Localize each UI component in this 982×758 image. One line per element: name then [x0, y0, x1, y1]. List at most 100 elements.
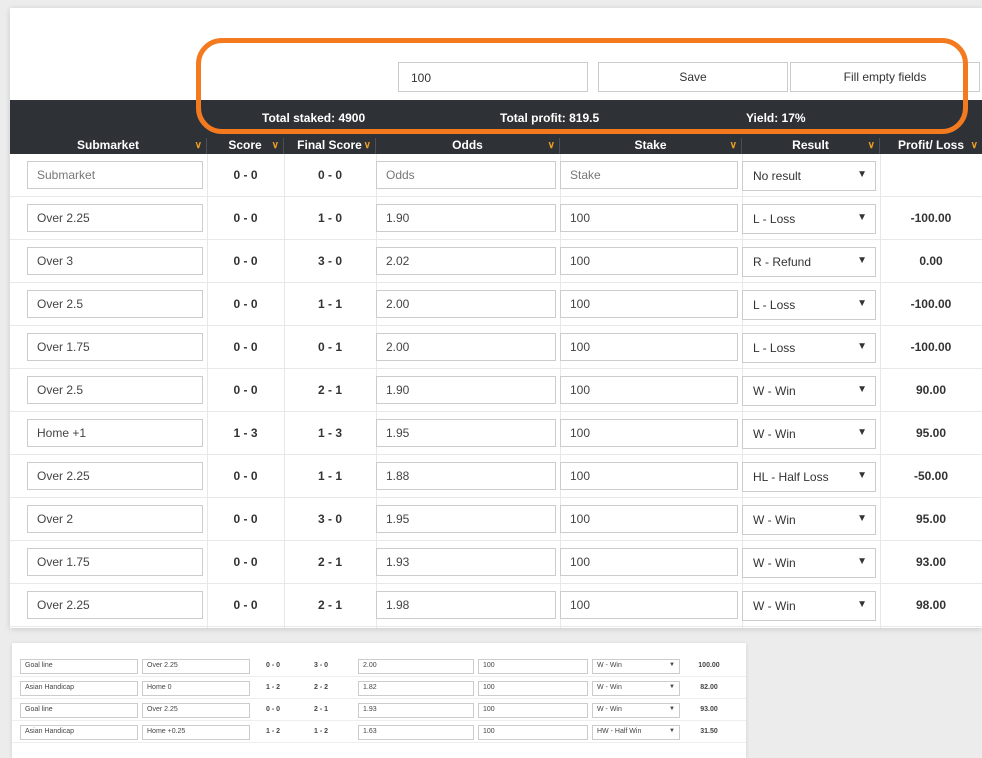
market-input[interactable]: Goal line [20, 703, 138, 718]
caret-down-icon: ▼ [857, 169, 867, 180]
stake-input[interactable]: 100 [560, 247, 738, 275]
submarket-input[interactable]: Home +1 [27, 419, 203, 447]
result-select[interactable]: L - Loss ▼ [742, 204, 876, 234]
odds-input[interactable]: 2.00 [358, 659, 474, 674]
odds-input[interactable]: 1.82 [358, 681, 474, 696]
result-select-value: L - Loss [753, 298, 796, 312]
stake-input[interactable]: 100 [560, 376, 738, 404]
final-score-value: 3 - 0 [313, 662, 328, 669]
odds-input[interactable]: 1.88 [376, 462, 556, 490]
stake-input[interactable]: 100 [560, 419, 738, 447]
odds-input[interactable]: 1.95 [376, 505, 556, 533]
table-row: Over 2.25 0 - 0 2 - 1 1.98 100 W - Win ▼ 98.00 [10, 584, 982, 627]
stake-input[interactable]: 100 [478, 659, 588, 674]
result-select-value: W - Win [753, 513, 796, 527]
table-row: Home +1 1 - 3 1 - 3 1.95 100 W - Win ▼ 95.00 [10, 412, 982, 455]
caret-down-icon: ▼ [857, 427, 867, 438]
submarket-input[interactable]: Over 1.75 [27, 548, 203, 576]
odds-input[interactable]: Odds [376, 161, 556, 189]
final-score-value: 1 - 1 [317, 297, 342, 311]
save-button[interactable]: Save [598, 62, 788, 92]
chevron-down-icon: ∨ [547, 140, 555, 151]
submarket-input[interactable]: Over 3 [27, 247, 203, 275]
chevron-down-icon: ∨ [194, 140, 202, 151]
odds-input[interactable]: 2.02 [376, 247, 556, 275]
caret-down-icon: ▼ [857, 341, 867, 352]
profit-loss-value: -50.00 [913, 469, 949, 483]
stake-input[interactable]: 100 [478, 703, 588, 718]
final-score-value: 1 - 0 [317, 211, 342, 225]
stake-input[interactable]: 100 [560, 290, 738, 318]
column-submarket[interactable]: Submarket ∨ [10, 138, 207, 154]
odds-input[interactable]: 1.98 [376, 591, 556, 619]
caret-down-icon: ▼ [857, 384, 867, 395]
column-result[interactable]: Result ∨ [742, 138, 880, 154]
result-select[interactable]: HW - Half Win ▼ [592, 725, 680, 740]
submarket-input[interactable]: Over 2 [27, 505, 203, 533]
mini-table-row: Goal line Over 2.25 0 - 0 3 - 0 2.00 100 W - W… [12, 655, 746, 677]
column-profit-loss[interactable]: Profit/ Loss ∨ [880, 138, 982, 154]
market-input[interactable]: Asian Handicap [20, 725, 138, 740]
stake-input[interactable]: 100 [560, 505, 738, 533]
result-select[interactable]: W - Win ▼ [592, 659, 680, 674]
profit-loss-value: -100.00 [910, 340, 952, 354]
submarket-input[interactable]: Over 2.5 [27, 290, 203, 318]
column-score[interactable]: Score ∨ [207, 138, 284, 154]
column-final-score[interactable]: Final Score ∨ [284, 138, 376, 154]
submarket-input[interactable]: Over 2.25 [142, 703, 250, 718]
submarket-input[interactable]: Over 2.25 [27, 204, 203, 232]
submarket-input[interactable]: Over 2.25 [27, 591, 203, 619]
result-select[interactable]: HL - Half Loss ▼ [742, 462, 876, 492]
odds-input[interactable]: 1.90 [376, 204, 556, 232]
stake-input[interactable]: 100 [560, 548, 738, 576]
odds-input[interactable]: 1.93 [376, 548, 556, 576]
submarket-input[interactable]: Over 1.75 [27, 333, 203, 361]
stake-input[interactable]: 100 [478, 681, 588, 696]
stake-input[interactable]: 100 [560, 204, 738, 232]
column-odds[interactable]: Odds ∨ [376, 138, 560, 154]
odds-input[interactable]: 2.00 [376, 290, 556, 318]
final-score-value: 0 - 0 [317, 168, 342, 182]
result-select[interactable]: W - Win ▼ [592, 703, 680, 718]
caret-down-icon: ▼ [857, 212, 867, 223]
stake-input[interactable]: 100 [478, 725, 588, 740]
default-stake-input[interactable]: 100 [398, 62, 588, 92]
table-row: Over 2.5 0 - 0 2 - 1 1.90 100 W - Win ▼ 90.00 [10, 369, 982, 412]
odds-input[interactable]: 1.93 [358, 703, 474, 718]
profit-loss-value: -100.00 [910, 297, 952, 311]
result-select[interactable]: W - Win ▼ [742, 376, 876, 406]
stake-input[interactable]: 100 [560, 591, 738, 619]
result-select[interactable]: No result ▼ [742, 161, 876, 191]
result-select[interactable]: L - Loss ▼ [742, 333, 876, 363]
submarket-input[interactable]: Home 0 [142, 681, 250, 696]
submarket-input[interactable]: Over 2.25 [142, 659, 250, 674]
stake-input[interactable]: 100 [560, 462, 738, 490]
odds-input[interactable]: 2.00 [376, 333, 556, 361]
score-value: 0 - 0 [265, 706, 280, 713]
result-select[interactable]: W - Win ▼ [592, 681, 680, 696]
profit-loss-value: 98.00 [915, 598, 947, 612]
stake-input[interactable]: 100 [560, 333, 738, 361]
mini-table-row: Asian Handicap Home +0.25 1 - 2 1 - 2 1.63 10… [12, 721, 746, 743]
new-bet-row: Submarket 0 - 0 0 - 0 Odds Stake No resu… [10, 154, 982, 197]
column-stake[interactable]: Stake ∨ [560, 138, 742, 154]
default-stake-label: Default stake: [260, 68, 339, 82]
result-select[interactable]: W - Win ▼ [742, 505, 876, 535]
result-select[interactable]: R - Refund ▼ [742, 247, 876, 277]
result-select[interactable]: W - Win ▼ [742, 591, 876, 621]
odds-input[interactable]: 1.63 [358, 725, 474, 740]
market-input[interactable]: Asian Handicap [20, 681, 138, 696]
result-select[interactable]: L - Loss ▼ [742, 290, 876, 320]
stake-input[interactable]: Stake [560, 161, 738, 189]
odds-input[interactable]: 1.95 [376, 419, 556, 447]
result-select[interactable]: W - Win ▼ [742, 548, 876, 578]
submarket-input[interactable]: Home +0.25 [142, 725, 250, 740]
mini-table-card: Goal line Over 2.25 0 - 0 3 - 0 2.00 100 W - W… [12, 643, 746, 758]
submarket-input[interactable]: Over 2.25 [27, 462, 203, 490]
result-select[interactable]: W - Win ▼ [742, 419, 876, 449]
market-input[interactable]: Goal line [20, 659, 138, 674]
submarket-input[interactable]: Over 2.5 [27, 376, 203, 404]
submarket-input[interactable]: Submarket [27, 161, 203, 189]
fill-empty-fields-button[interactable]: Fill empty fields [790, 62, 980, 92]
odds-input[interactable]: 1.90 [376, 376, 556, 404]
